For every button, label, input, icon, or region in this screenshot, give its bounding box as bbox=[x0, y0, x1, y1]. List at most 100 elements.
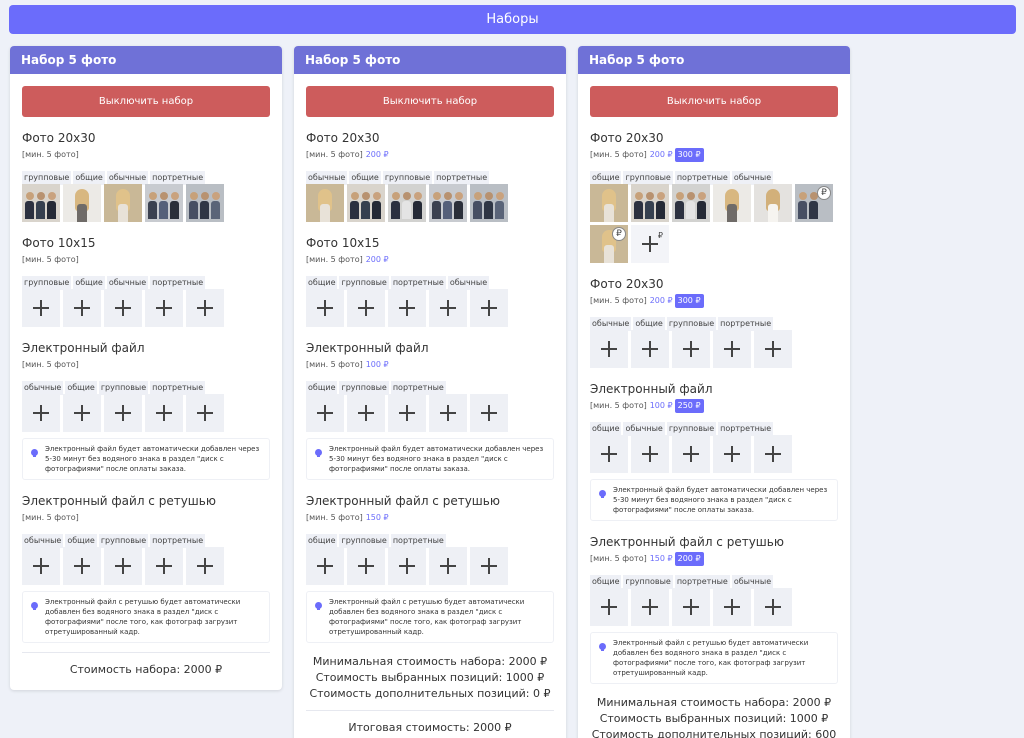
add-photo-slot[interactable] bbox=[145, 289, 183, 327]
tag[interactable]: общие bbox=[590, 422, 622, 436]
add-photo-slot[interactable] bbox=[713, 588, 751, 626]
tag[interactable]: общие bbox=[73, 171, 105, 185]
add-photo-slot[interactable] bbox=[63, 394, 101, 432]
tag[interactable]: портретные bbox=[718, 422, 774, 436]
tag[interactable]: портретные bbox=[150, 171, 206, 185]
tag[interactable]: общие bbox=[590, 171, 622, 185]
add-photo-slot[interactable] bbox=[672, 330, 710, 368]
tag[interactable]: обычные bbox=[106, 171, 149, 185]
tag[interactable]: общие bbox=[65, 381, 97, 395]
add-photo-slot[interactable] bbox=[429, 547, 467, 585]
photo-thumbnail[interactable] bbox=[388, 184, 426, 222]
add-photo-slot[interactable] bbox=[347, 289, 385, 327]
disable-set-button[interactable]: Выключить набор bbox=[590, 86, 838, 117]
tag[interactable]: общие bbox=[349, 171, 381, 185]
tag[interactable]: портретные bbox=[150, 534, 206, 548]
add-photo-slot[interactable] bbox=[388, 289, 426, 327]
photo-thumbnail[interactable] bbox=[590, 184, 628, 222]
add-photo-slot[interactable] bbox=[347, 394, 385, 432]
add-photo-slot[interactable] bbox=[104, 394, 142, 432]
tag[interactable]: общие bbox=[590, 575, 622, 589]
tag[interactable]: портретные bbox=[674, 171, 730, 185]
photo-thumbnail[interactable] bbox=[429, 184, 467, 222]
photo-thumbnail[interactable] bbox=[306, 184, 344, 222]
tag[interactable]: обычные bbox=[623, 422, 665, 436]
add-photo-slot[interactable] bbox=[104, 547, 142, 585]
tag[interactable]: групповые bbox=[22, 171, 72, 185]
add-photo-slot[interactable] bbox=[145, 394, 183, 432]
add-photo-slot[interactable] bbox=[631, 330, 669, 368]
photo-thumbnail[interactable] bbox=[22, 184, 60, 222]
photo-thumbnail[interactable] bbox=[470, 184, 508, 222]
add-photo-slot[interactable] bbox=[63, 547, 101, 585]
tag[interactable]: групповые bbox=[623, 575, 673, 589]
tag[interactable]: общие bbox=[73, 276, 105, 290]
add-photo-slot[interactable] bbox=[713, 330, 751, 368]
tag[interactable]: обычные bbox=[22, 534, 64, 548]
tag[interactable]: портретные bbox=[434, 171, 490, 185]
add-photo-slot[interactable] bbox=[754, 588, 792, 626]
photo-thumbnail[interactable]: ₽ bbox=[795, 184, 833, 222]
tag[interactable]: групповые bbox=[339, 276, 389, 290]
add-photo-slot[interactable] bbox=[672, 588, 710, 626]
add-photo-slot[interactable] bbox=[22, 547, 60, 585]
add-photo-slot[interactable] bbox=[388, 394, 426, 432]
photo-thumbnail[interactable] bbox=[713, 184, 751, 222]
add-photo-slot[interactable] bbox=[306, 394, 344, 432]
add-photo-slot[interactable] bbox=[306, 289, 344, 327]
photo-thumbnail[interactable] bbox=[104, 184, 142, 222]
add-photo-slot[interactable] bbox=[470, 547, 508, 585]
add-photo-slot[interactable] bbox=[145, 547, 183, 585]
tag[interactable]: общие bbox=[306, 381, 338, 395]
tag[interactable]: групповые bbox=[666, 317, 717, 331]
tag[interactable]: портретные bbox=[150, 381, 206, 395]
add-photo-slot[interactable] bbox=[590, 435, 628, 473]
add-photo-slot[interactable] bbox=[713, 435, 751, 473]
disable-set-button[interactable]: Выключить набор bbox=[22, 86, 270, 117]
tag[interactable]: обычные bbox=[731, 171, 774, 185]
add-photo-slot[interactable] bbox=[590, 588, 628, 626]
add-photo-slot[interactable] bbox=[22, 289, 60, 327]
add-photo-slot[interactable] bbox=[631, 588, 669, 626]
tag[interactable]: общие bbox=[306, 534, 338, 548]
tag[interactable]: групповые bbox=[623, 171, 673, 185]
add-photo-slot[interactable] bbox=[754, 435, 792, 473]
tag[interactable]: общие bbox=[633, 317, 665, 331]
tag[interactable]: групповые bbox=[339, 534, 389, 548]
add-photo-slot[interactable] bbox=[590, 330, 628, 368]
add-photo-slot[interactable] bbox=[186, 394, 224, 432]
tag[interactable]: обычные bbox=[731, 575, 774, 589]
photo-thumbnail[interactable] bbox=[145, 184, 183, 222]
photo-thumbnail[interactable] bbox=[186, 184, 224, 222]
tag[interactable]: портретные bbox=[390, 276, 446, 290]
tag[interactable]: обычные bbox=[306, 171, 348, 185]
disable-set-button[interactable]: Выключить набор bbox=[306, 86, 554, 117]
tag[interactable]: обычные bbox=[590, 317, 632, 331]
tag[interactable]: портретные bbox=[718, 317, 774, 331]
photo-thumbnail[interactable] bbox=[754, 184, 792, 222]
add-photo-slot[interactable] bbox=[429, 289, 467, 327]
add-paid-photo-slot[interactable]: ₽ bbox=[631, 225, 669, 263]
add-photo-slot[interactable] bbox=[429, 394, 467, 432]
add-photo-slot[interactable] bbox=[347, 547, 385, 585]
tag[interactable]: обычные bbox=[106, 276, 149, 290]
tag[interactable]: групповые bbox=[98, 381, 149, 395]
tag[interactable]: групповые bbox=[339, 381, 389, 395]
add-photo-slot[interactable] bbox=[470, 289, 508, 327]
tag[interactable]: портретные bbox=[390, 381, 446, 395]
add-photo-slot[interactable] bbox=[754, 330, 792, 368]
photo-thumbnail[interactable] bbox=[63, 184, 101, 222]
tag[interactable]: групповые bbox=[666, 422, 717, 436]
photo-thumbnail[interactable] bbox=[631, 184, 669, 222]
add-photo-slot[interactable] bbox=[63, 289, 101, 327]
photo-thumbnail[interactable] bbox=[672, 184, 710, 222]
tag[interactable]: портретные bbox=[390, 534, 446, 548]
tag[interactable]: групповые bbox=[98, 534, 149, 548]
tag[interactable]: групповые bbox=[382, 171, 433, 185]
tag[interactable]: общие bbox=[65, 534, 97, 548]
add-photo-slot[interactable] bbox=[104, 289, 142, 327]
add-photo-slot[interactable] bbox=[22, 394, 60, 432]
add-photo-slot[interactable] bbox=[470, 394, 508, 432]
add-photo-slot[interactable] bbox=[672, 435, 710, 473]
add-photo-slot[interactable] bbox=[388, 547, 426, 585]
